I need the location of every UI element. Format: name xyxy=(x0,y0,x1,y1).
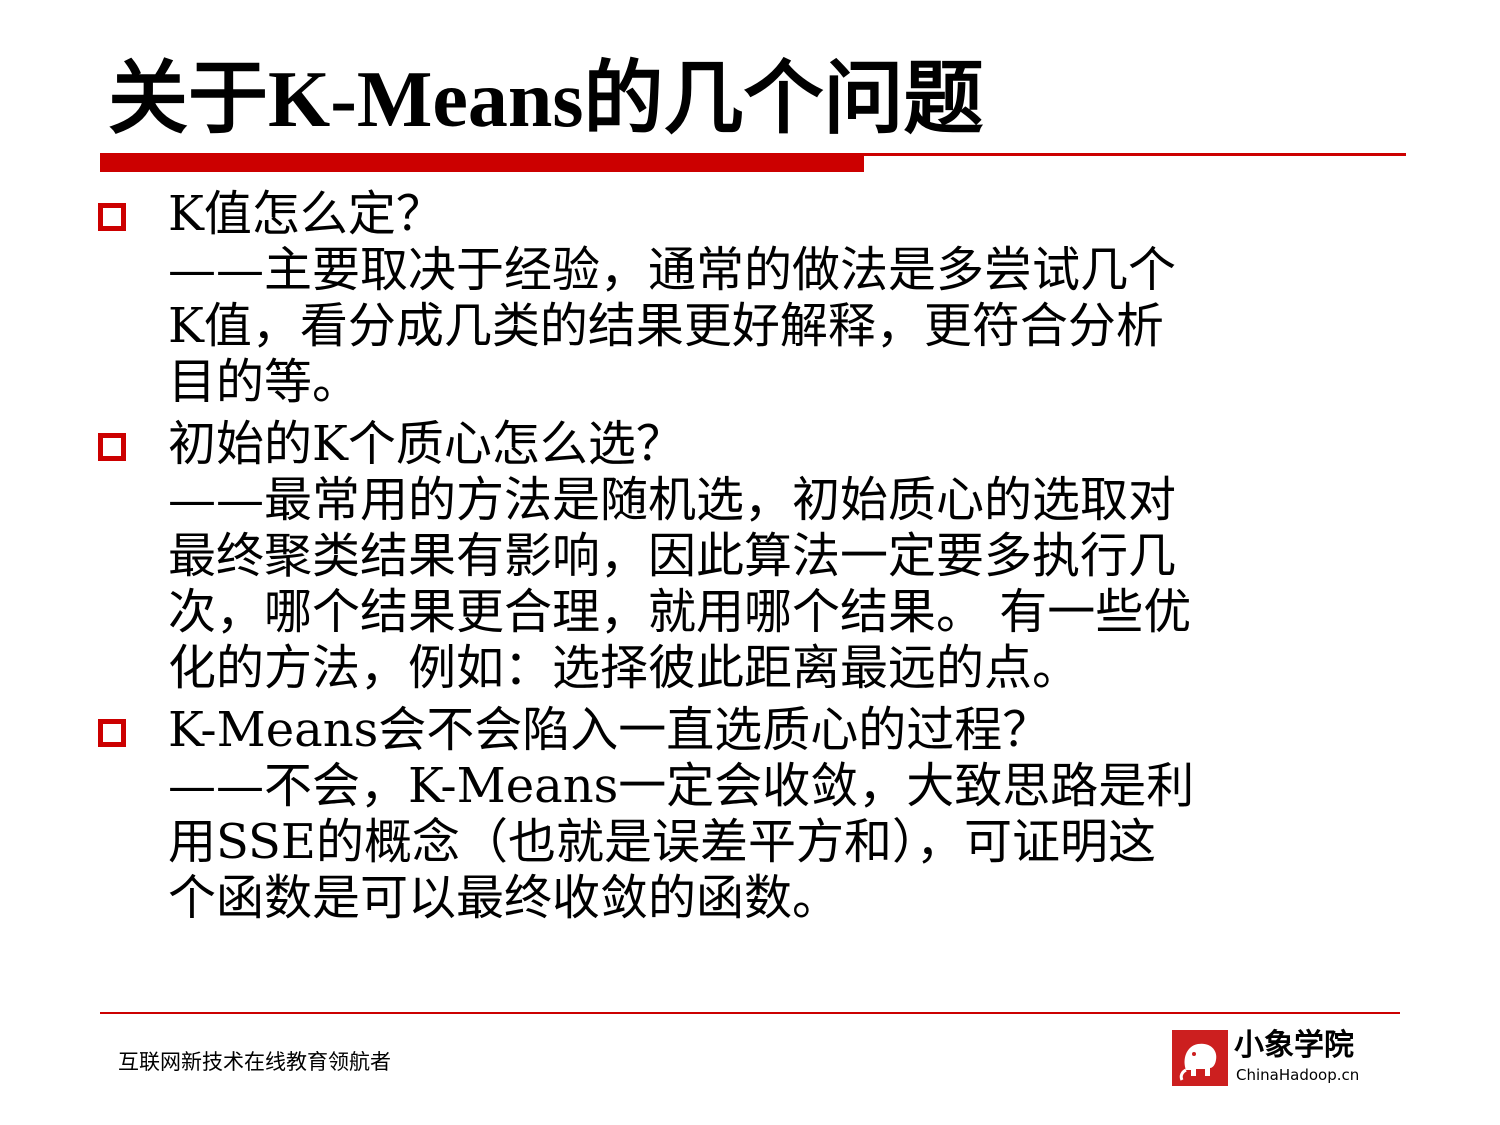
bullet-item-k-value: K值怎么定？ ——主要取决于经验，通常的做法是多尝试几个 K值，看分成几类的结果… xyxy=(95,186,1435,410)
slide-title: 关于K-Means的几个问题 xyxy=(108,56,984,144)
footer-divider xyxy=(100,1012,1400,1014)
hollow-square-bullet-icon xyxy=(98,719,126,747)
logo-name: 小象学院 xyxy=(1234,1028,1354,1063)
bullet-text: 初始的K个质心怎么选？ ——最常用的方法是随机选，初始质心的选取对 最终聚类结果… xyxy=(168,416,1192,696)
hollow-square-bullet-icon xyxy=(98,433,126,461)
logo-url: ChinaHadoop.cn xyxy=(1236,1066,1360,1084)
elephant-logo-icon xyxy=(1172,1030,1228,1086)
bullet-item-convergence: K-Means会不会陷入一直选质心的过程？ ——不会，K-Means一定会收敛，… xyxy=(95,702,1435,926)
bullet-text: K值怎么定？ ——主要取决于经验，通常的做法是多尝试几个 K值，看分成几类的结果… xyxy=(168,186,1177,410)
bullet-text: K-Means会不会陷入一直选质心的过程？ ——不会，K-Means一定会收敛，… xyxy=(168,702,1195,926)
hollow-square-bullet-icon xyxy=(98,203,126,231)
bullet-list: K值怎么定？ ——主要取决于经验，通常的做法是多尝试几个 K值，看分成几类的结果… xyxy=(95,186,1435,932)
title-underline-thick xyxy=(100,156,864,172)
brand-logo: 小象学院 ChinaHadoop.cn xyxy=(1172,1028,1392,1086)
bullet-item-initial-centroids: 初始的K个质心怎么选？ ——最常用的方法是随机选，初始质心的选取对 最终聚类结果… xyxy=(95,416,1435,696)
footer-slogan: 互联网新技术在线教育领航者 xyxy=(118,1050,391,1074)
